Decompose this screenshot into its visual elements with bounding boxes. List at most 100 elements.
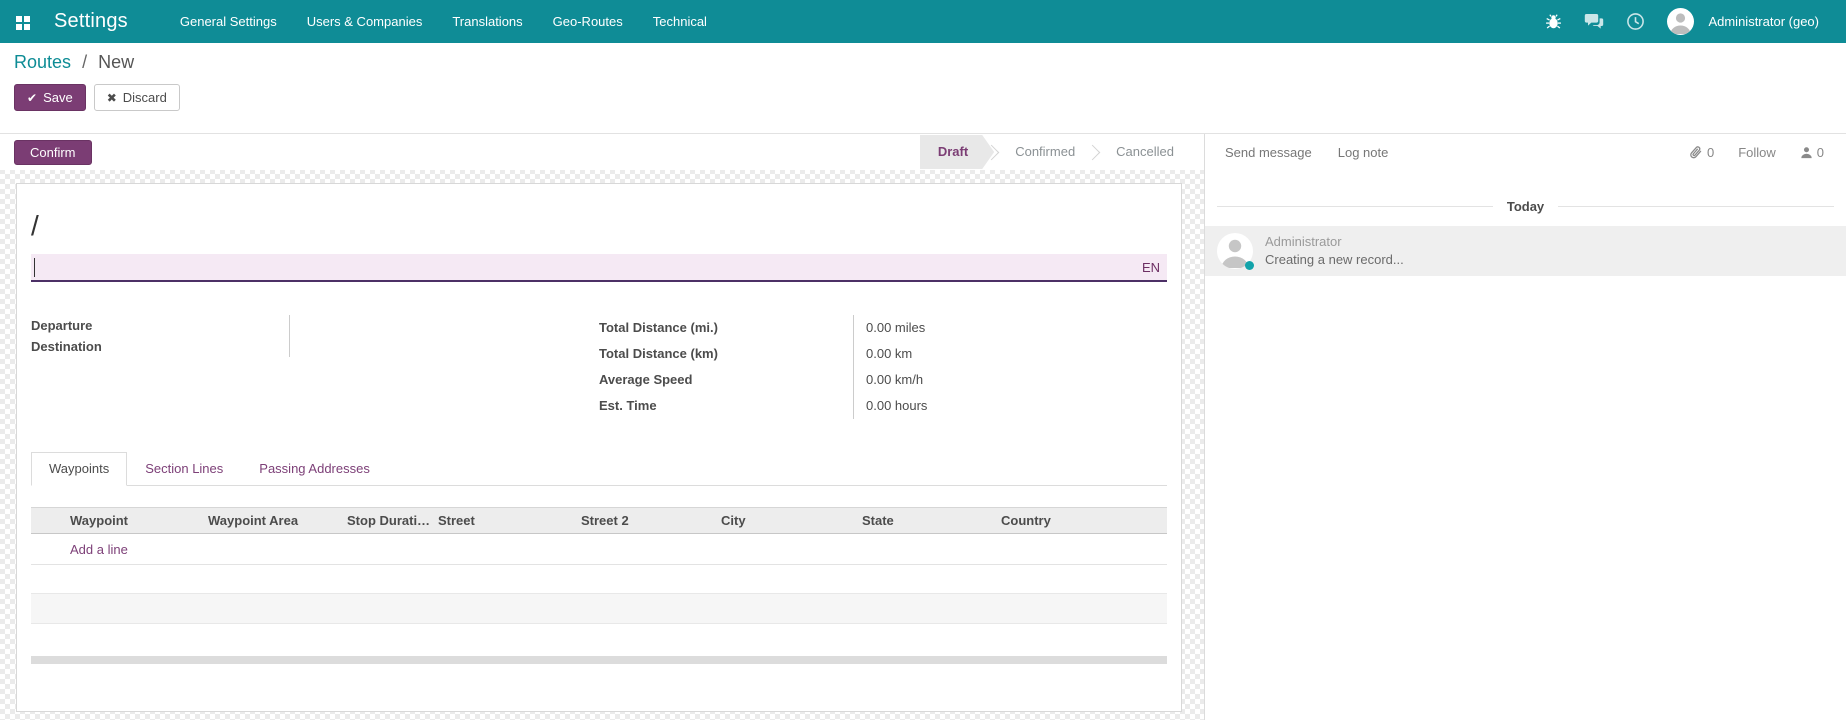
col-stop-duration[interactable]: Stop Durati…	[341, 508, 432, 534]
apps-menu-icon[interactable]	[14, 13, 32, 31]
check-icon: ✔	[27, 91, 37, 105]
text-cursor	[34, 258, 35, 277]
top-navbar: Settings General Settings Users & Compan…	[0, 0, 1846, 43]
tab-section-lines[interactable]: Section Lines	[127, 452, 241, 486]
followers-button[interactable]: 0	[1800, 145, 1824, 160]
field-group-left: Departure Destination	[31, 315, 591, 419]
status-steps: Draft Confirmed Cancelled	[920, 134, 1194, 170]
attachments-button[interactable]: 0	[1689, 145, 1714, 160]
date-divider: Today	[1217, 199, 1834, 214]
form-sheet: / EN Departure Destination	[16, 183, 1182, 712]
menu-item-general-settings[interactable]: General Settings	[180, 14, 277, 29]
col-selector	[31, 508, 64, 534]
statusbar: Confirm Draft Confirmed Cancelled	[0, 134, 1204, 170]
col-waypoint[interactable]: Waypoint	[64, 508, 202, 534]
total-distance-mi-label: Total Distance (mi.)	[599, 315, 854, 341]
top-menu: General Settings Users & Companies Trans…	[180, 14, 707, 29]
col-country[interactable]: Country	[995, 508, 1140, 534]
debug-bug-icon[interactable]	[1545, 13, 1562, 30]
col-street[interactable]: Street	[432, 508, 575, 534]
field-row-average-speed: Average Speed 0.00 km/h	[599, 367, 1165, 393]
chatter-topbar: Send message Log note 0 Follow 0	[1205, 134, 1846, 170]
user-menu[interactable]: Administrator (geo)	[1708, 14, 1819, 29]
form-view: Confirm Draft Confirmed Cancelled / EN D…	[0, 134, 1205, 720]
field-row-departure: Departure	[31, 315, 591, 336]
field-row-est-time: Est. Time 0.00 hours	[599, 393, 1165, 419]
table-header-row: Waypoint Waypoint Area Stop Durati… Stre…	[31, 508, 1167, 534]
menu-item-users-companies[interactable]: Users & Companies	[307, 14, 423, 29]
breadcrumb-current: New	[98, 52, 134, 72]
field-groups: Departure Destination Total Distance (mi…	[31, 315, 1167, 419]
divider-line	[1217, 206, 1493, 207]
destination-label: Destination	[31, 336, 290, 357]
language-badge[interactable]: EN	[1142, 260, 1160, 275]
divider-line	[1558, 206, 1834, 207]
average-speed-value: 0.00 km/h	[854, 367, 1165, 393]
breadcrumb: Routes / New	[14, 52, 1846, 73]
total-distance-km-label: Total Distance (km)	[599, 341, 854, 367]
col-city[interactable]: City	[715, 508, 856, 534]
online-status-dot	[1245, 261, 1254, 270]
empty-row	[31, 624, 1167, 656]
chatter: Send message Log note 0 Follow 0	[1205, 134, 1846, 720]
empty-row	[31, 565, 1167, 594]
user-avatar[interactable]	[1667, 8, 1694, 35]
menu-item-translations[interactable]: Translations	[452, 14, 522, 29]
total-distance-km-value: 0.00 km	[854, 341, 1165, 367]
log-note-button[interactable]: Log note	[1338, 145, 1389, 160]
field-group-right: Total Distance (mi.) 0.00 miles Total Di…	[599, 315, 1165, 419]
activities-clock-icon[interactable]	[1626, 12, 1645, 31]
destination-field[interactable]	[290, 336, 591, 357]
discard-button[interactable]: ✖ Discard	[94, 84, 180, 111]
content: Confirm Draft Confirmed Cancelled / EN D…	[0, 133, 1846, 720]
action-buttons: ✔ Save ✖ Discard	[14, 84, 1846, 111]
menu-item-geo-routes[interactable]: Geo-Routes	[553, 14, 623, 29]
tab-waypoints[interactable]: Waypoints	[31, 452, 127, 486]
follow-button[interactable]: Follow	[1738, 145, 1776, 160]
col-waypoint-area[interactable]: Waypoint Area	[202, 508, 341, 534]
departure-field[interactable]	[290, 315, 591, 336]
menu-item-technical[interactable]: Technical	[653, 14, 707, 29]
message-text: Creating a new record...	[1265, 252, 1404, 267]
save-button-label: Save	[43, 90, 73, 105]
message-author-avatar	[1217, 233, 1253, 269]
paperclip-icon	[1689, 145, 1703, 160]
status-step-cancelled[interactable]: Cancelled	[1096, 135, 1194, 169]
control-panel: Routes / New ✔ Save ✖ Discard	[0, 43, 1846, 133]
add-a-line-link[interactable]: Add a line	[70, 542, 128, 557]
record-title[interactable]: /	[31, 208, 1167, 244]
app-title[interactable]: Settings	[54, 10, 128, 33]
departure-label: Departure	[31, 315, 290, 336]
empty-row	[31, 594, 1167, 624]
send-message-button[interactable]: Send message	[1225, 145, 1312, 160]
message-author[interactable]: Administrator	[1265, 234, 1404, 249]
messages-chat-icon[interactable]	[1584, 13, 1604, 30]
confirm-button[interactable]: Confirm	[14, 140, 92, 165]
chatter-controls: 0 Follow 0	[1689, 145, 1824, 160]
table-row: Add a line	[31, 534, 1167, 565]
notebook-tabs: Waypoints Section Lines Passing Addresse…	[31, 452, 1167, 486]
total-distance-mi-value: 0.00 miles	[854, 315, 1165, 341]
est-time-label: Est. Time	[599, 393, 854, 419]
discard-button-label: Discard	[123, 90, 167, 105]
close-icon: ✖	[107, 91, 117, 105]
status-step-confirmed[interactable]: Confirmed	[995, 135, 1095, 169]
date-divider-label: Today	[1493, 199, 1558, 214]
person-icon	[1800, 146, 1813, 159]
follower-count: 0	[1817, 145, 1824, 160]
save-button[interactable]: ✔ Save	[14, 84, 86, 111]
col-end	[1140, 508, 1167, 534]
name-input[interactable]: EN	[31, 254, 1167, 282]
tab-passing-addresses[interactable]: Passing Addresses	[241, 452, 388, 486]
est-time-value: 0.00 hours	[854, 393, 1165, 419]
horizontal-scrollbar[interactable]	[31, 656, 1167, 664]
field-row-destination: Destination	[31, 336, 591, 357]
chatter-message[interactable]: Administrator Creating a new record...	[1205, 226, 1846, 276]
col-state[interactable]: State	[856, 508, 995, 534]
field-row-distance-mi: Total Distance (mi.) 0.00 miles	[599, 315, 1165, 341]
message-body: Administrator Creating a new record...	[1265, 233, 1404, 269]
col-street2[interactable]: Street 2	[575, 508, 715, 534]
attachment-count: 0	[1707, 145, 1714, 160]
waypoints-table: Waypoint Waypoint Area Stop Durati… Stre…	[31, 507, 1167, 565]
breadcrumb-routes-link[interactable]: Routes	[14, 52, 71, 72]
